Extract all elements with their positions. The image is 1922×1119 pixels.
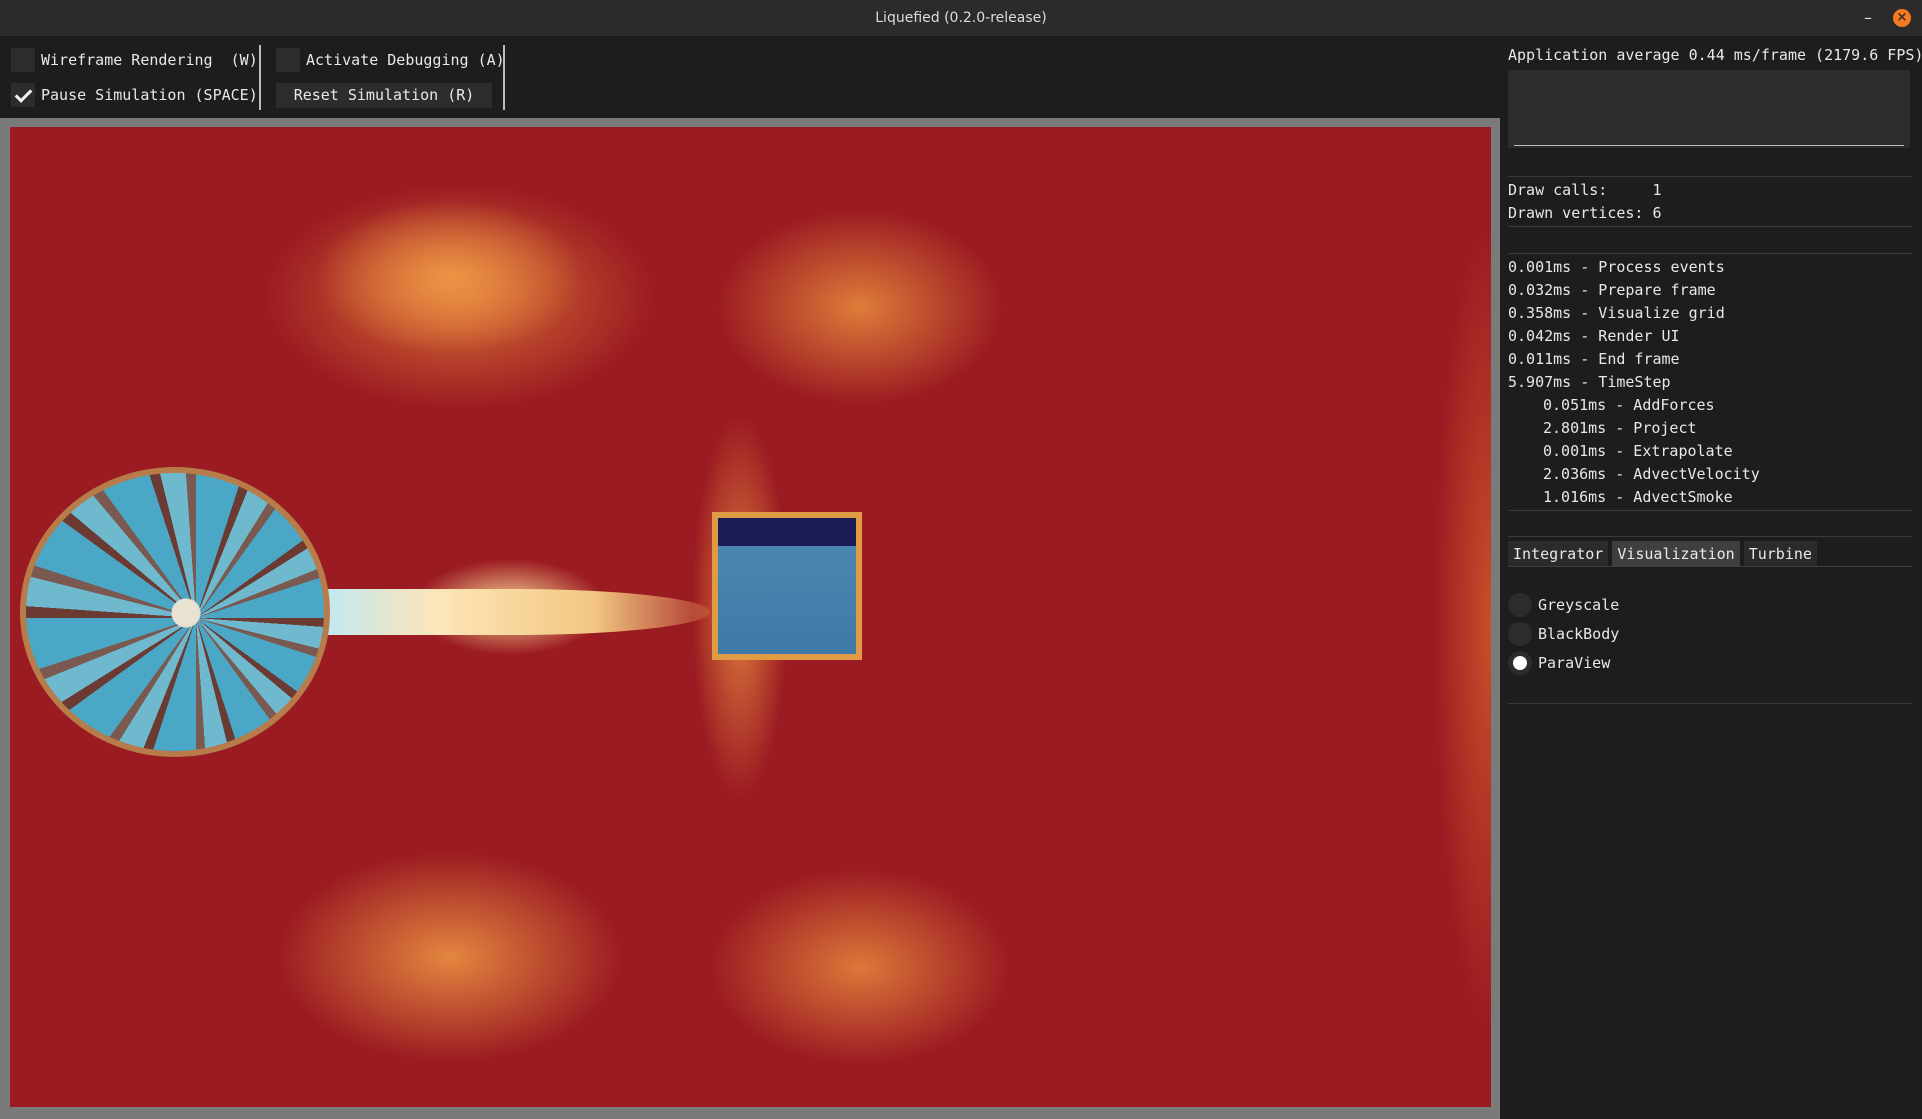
timing-row: 0.051ms - AddForces <box>1543 396 1715 414</box>
simulation-viewport[interactable] <box>10 127 1491 1107</box>
stats-panel <box>1500 38 1922 1119</box>
fps-readout: Application average 0.44 ms/frame (2179.… <box>1508 46 1922 64</box>
wireframe-checkbox[interactable] <box>11 48 35 72</box>
timing-row: 0.042ms - Render UI <box>1508 327 1680 345</box>
title-bar: Liquefied (0.2.0-release) – × <box>0 0 1922 37</box>
toolbar-divider <box>259 45 261 110</box>
radio-button[interactable] <box>1508 651 1532 675</box>
radio-paraview[interactable]: ParaView <box>1508 651 1610 675</box>
separator <box>1508 176 1912 177</box>
window-title: Liquefied (0.2.0-release) <box>875 10 1047 26</box>
separator <box>1508 226 1912 227</box>
timing-row: 0.001ms - Process events <box>1508 258 1725 276</box>
timing-row: 5.907ms - TimeStep <box>1508 373 1671 391</box>
close-icon[interactable]: × <box>1893 9 1911 27</box>
separator <box>1508 703 1912 704</box>
wireframe-toggle[interactable]: Wireframe Rendering (W) <box>11 48 258 72</box>
draw-calls: Draw calls: 1 <box>1508 181 1662 199</box>
separator <box>1508 536 1912 537</box>
jet-plume <box>320 589 710 635</box>
turbine-rotor <box>20 467 330 757</box>
toolbar-divider <box>503 45 505 110</box>
settings-tabs: Integrator Visualization Turbine <box>1508 541 1817 567</box>
timing-row: 0.011ms - End frame <box>1508 350 1680 368</box>
timing-row: 0.358ms - Visualize grid <box>1508 304 1725 322</box>
separator <box>1508 510 1912 511</box>
tab-underline <box>1508 566 1912 567</box>
radio-label: BlackBody <box>1538 625 1620 643</box>
radio-blackbody[interactable]: BlackBody <box>1508 622 1619 646</box>
separator <box>1508 253 1912 254</box>
timing-row: 2.801ms - Project <box>1543 419 1697 437</box>
pause-checkbox[interactable] <box>11 83 35 107</box>
radio-label: Greyscale <box>1538 596 1620 614</box>
reset-simulation-button[interactable]: Reset Simulation (R) <box>276 83 492 108</box>
debug-toggle[interactable]: Activate Debugging (A) <box>276 48 505 72</box>
pause-label: Pause Simulation (SPACE) <box>41 86 258 104</box>
timing-row: 0.032ms - Prepare frame <box>1508 281 1716 299</box>
timing-row: 0.001ms - Extrapolate <box>1543 442 1733 460</box>
pause-toggle[interactable]: Pause Simulation (SPACE) <box>11 83 258 107</box>
wireframe-label: Wireframe Rendering (W) <box>41 51 258 69</box>
radio-label: ParaView <box>1538 654 1611 672</box>
timing-row: 1.016ms - AdvectSmoke <box>1543 488 1733 506</box>
timing-row: 2.036ms - AdvectVelocity <box>1543 465 1760 483</box>
radio-button[interactable] <box>1508 593 1532 617</box>
debug-checkbox[interactable] <box>276 48 300 72</box>
radio-button[interactable] <box>1508 622 1532 646</box>
drawn-vertices: Drawn vertices: 6 <box>1508 204 1662 222</box>
tab-turbine[interactable]: Turbine <box>1743 541 1817 567</box>
minimize-icon[interactable]: – <box>1858 8 1878 28</box>
frame-time-graph <box>1508 70 1910 148</box>
tab-visualization[interactable]: Visualization <box>1612 541 1740 567</box>
tab-integrator[interactable]: Integrator <box>1508 541 1609 567</box>
radio-greyscale[interactable]: Greyscale <box>1508 593 1619 617</box>
graph-line <box>1514 145 1904 146</box>
obstacle-block <box>712 512 862 660</box>
debug-label: Activate Debugging (A) <box>306 51 505 69</box>
